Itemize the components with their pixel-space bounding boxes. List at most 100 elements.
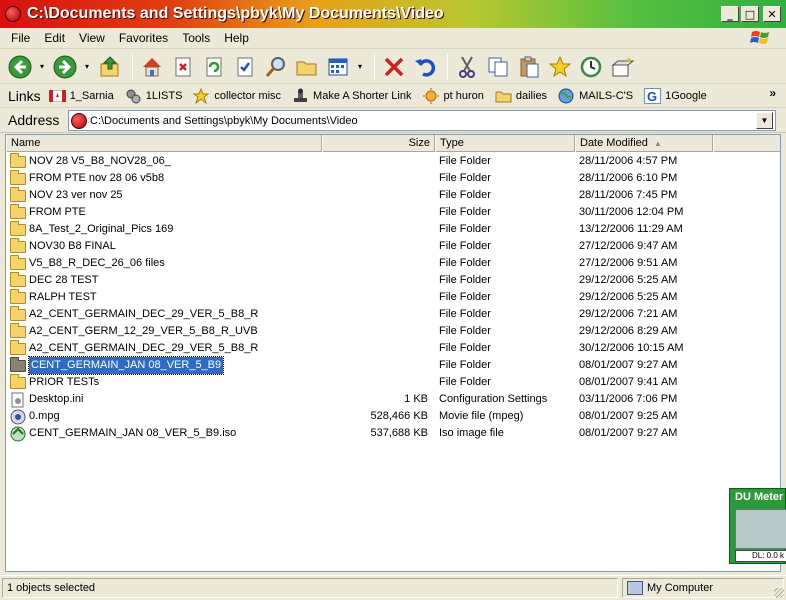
file-name-cell[interactable]: 0.mpg	[10, 408, 60, 425]
file-name-cell[interactable]: NOV 23 ver nov 25	[10, 186, 123, 204]
resize-grip[interactable]	[774, 588, 784, 598]
file-size: 537,688 KB	[370, 427, 429, 439]
file-row[interactable]: RALPH TEST File Folder 29/12/2006 5:25 AM	[6, 288, 780, 306]
folders-button[interactable]	[293, 53, 321, 81]
link-1google[interactable]: G 1Google	[644, 87, 707, 104]
file-name-cell[interactable]: 8A_Test_2_Original_Pics 169	[10, 220, 173, 238]
delete-button[interactable]	[380, 53, 408, 81]
menu-view[interactable]: View	[72, 28, 112, 48]
cut-button[interactable]	[453, 53, 481, 81]
file-list[interactable]: Name Size Type Date Modified ▲ NOV 28 V5…	[5, 134, 781, 572]
file-name-cell[interactable]: RALPH TEST	[10, 288, 97, 306]
file-name-cell[interactable]: PRIOR TESTs	[10, 373, 99, 391]
window-title: C:\Documents and Settings\pbyk\My Docume…	[27, 5, 444, 22]
file-name-cell[interactable]: A2_CENT_GERMAIN_DEC_29_VER_5_B8_R	[10, 305, 258, 323]
file-row[interactable]: FROM PTE nov 28 06 v5b8 File Folder 28/11/…	[6, 169, 780, 187]
link-collector-misc[interactable]: collector misc	[193, 87, 281, 104]
address-dropdown-button[interactable]: ▼	[756, 112, 773, 129]
column-header-name[interactable]: Name	[6, 135, 322, 152]
media-button[interactable]	[608, 53, 636, 81]
file-row[interactable]: 0.mpg 528,466 KB Movie file (mpeg) 08/01/20…	[6, 408, 780, 425]
link-pt-huron[interactable]: pt huron	[422, 87, 484, 104]
file-name-cell[interactable]: FROM PTE nov 28 06 v5b8	[10, 169, 164, 187]
address-input[interactable]: C:\Documents and Settings\pbyk\My Docume…	[68, 110, 776, 131]
menu-edit[interactable]: Edit	[37, 28, 72, 48]
home-button[interactable]	[138, 53, 166, 81]
file-row[interactable]: FROM PTE File Folder 30/11/2006 12:04 PM	[6, 203, 780, 221]
maximize-button[interactable]: □	[741, 6, 759, 22]
file-row[interactable]: CENT_GERMAIN_JAN 08_VER_5_B9 File Folder 0…	[6, 356, 780, 375]
file-row[interactable]: Desktop.ini 1 KB Configuration Settings 03/…	[6, 391, 780, 408]
file-name-cell[interactable]: CENT_GERMAIN_JAN 08_VER_5_B9.iso	[10, 425, 236, 442]
file-type: File Folder	[439, 291, 491, 303]
title-bar[interactable]: C:\Documents and Settings\pbyk\My Docume…	[0, 0, 786, 28]
address-value[interactable]: C:\Documents and Settings\pbyk\My Docume…	[90, 115, 358, 127]
file-date-modified: 13/12/2006 11:29 AM	[579, 223, 683, 235]
link-dailies[interactable]: dailies	[495, 88, 547, 104]
link-make-a-shorter-link[interactable]: Make A Shorter Link	[292, 88, 412, 104]
file-type: File Folder	[439, 223, 491, 235]
link-label: MAILS-C'S	[579, 89, 634, 102]
link-mails-cs[interactable]: MAILS-C'S	[558, 88, 633, 104]
file-row[interactable]: A2_CENT_GERMAIN_DEC_29_VER_5_B8_R File Fo…	[6, 305, 780, 323]
file-name-cell[interactable]: FROM PTE	[10, 203, 86, 221]
google-icon: G	[644, 87, 662, 104]
file-row[interactable]: V5_B8_R_DEC_26_06 files File Folder 27/12/…	[6, 254, 780, 272]
menu-help[interactable]: Help	[217, 28, 256, 48]
column-header-type[interactable]: Type	[435, 135, 575, 152]
file-name-cell[interactable]: A2_CENT_GERM_12_29_VER_5_B8_R_UVB	[10, 322, 258, 340]
file-date-modified: 28/11/2006 6:10 PM	[579, 172, 678, 184]
file-row[interactable]: NOV 23 ver nov 25 File Folder 28/11/2006 7…	[6, 186, 780, 204]
copy-button[interactable]	[484, 53, 512, 81]
column-header-date-modified[interactable]: Date Modified ▲	[575, 135, 713, 152]
views-button[interactable]	[324, 53, 352, 81]
status-bar: 1 objects selected My Computer	[0, 575, 786, 600]
file-row[interactable]: 8A_Test_2_Original_Pics 169 File Folder 13…	[6, 220, 780, 238]
back-button[interactable]	[6, 53, 34, 81]
history-button[interactable]	[577, 53, 605, 81]
stop-button[interactable]	[169, 53, 197, 81]
file-row[interactable]: DEC 28 TEST File Folder 29/12/2006 5:25 AM	[6, 271, 780, 289]
forward-history-dropdown[interactable]: ▾	[82, 62, 92, 71]
menu-file[interactable]: File	[4, 28, 37, 48]
file-size: 1 KB	[404, 393, 428, 405]
forward-button[interactable]	[51, 53, 79, 81]
file-row[interactable]: A2_CENT_GERM_12_29_VER_5_B8_R_UVB File Fo…	[6, 322, 780, 340]
back-history-dropdown[interactable]: ▾	[37, 62, 47, 71]
up-folder-button[interactable]	[96, 53, 124, 81]
links-more-chevron[interactable]: »	[769, 86, 776, 100]
file-name-cell[interactable]: CENT_GERMAIN_JAN 08_VER_5_B9	[10, 356, 225, 375]
link-1lists[interactable]: 1LISTS	[125, 88, 182, 104]
file-name-cell[interactable]: NOV30 B8 FINAL	[10, 237, 116, 255]
favorites-button[interactable]	[546, 53, 574, 81]
file-name-cell[interactable]: Desktop.ini	[10, 391, 83, 408]
refresh-button[interactable]	[200, 53, 228, 81]
file-row[interactable]: NOV30 B8 FINAL File Folder 27/12/2006 9:47…	[6, 237, 780, 255]
window-app-icon[interactable]	[5, 6, 21, 22]
du-meter-widget[interactable]: DU Meter DL: 0.0 k	[729, 488, 786, 564]
file-type: File Folder	[439, 155, 491, 167]
column-header-size[interactable]: Size	[322, 135, 435, 152]
search-button[interactable]	[262, 53, 290, 81]
gears-icon	[125, 88, 142, 104]
du-meter-readout: DL: 0.0 k	[735, 550, 786, 562]
file-name-cell[interactable]: NOV 28 V5_B8_NOV28_06_	[10, 152, 171, 170]
views-dropdown[interactable]: ▾	[355, 62, 365, 71]
minimize-button[interactable]: _	[721, 6, 739, 22]
file-name-cell[interactable]: V5_B8_R_DEC_26_06 files	[10, 254, 165, 272]
file-date-modified: 03/11/2006 7:06 PM	[579, 393, 678, 405]
link-1-sarnia[interactable]: 1_Sarnia	[48, 88, 114, 104]
menu-tools[interactable]: Tools	[175, 28, 217, 48]
menu-favorites[interactable]: Favorites	[112, 28, 175, 48]
file-row[interactable]: A2_CENT_GERMAIN_DEC_29_VER_5_B8_R File Fo…	[6, 339, 780, 357]
file-row[interactable]: CENT_GERMAIN_JAN 08_VER_5_B9.iso 537,688 …	[6, 425, 780, 442]
file-row[interactable]: NOV 28 V5_B8_NOV28_06_ File Folder 28/11/2…	[6, 152, 780, 170]
checklist-button[interactable]	[231, 53, 259, 81]
file-row[interactable]: PRIOR TESTs File Folder 08/01/2007 9:41 AM	[6, 373, 780, 391]
close-button[interactable]: ✕	[763, 6, 781, 22]
file-name-cell[interactable]: A2_CENT_GERMAIN_DEC_29_VER_5_B8_R	[10, 339, 258, 357]
undo-button[interactable]	[411, 53, 439, 81]
views-grid-icon	[328, 58, 348, 75]
paste-button[interactable]	[515, 53, 543, 81]
file-name-cell[interactable]: DEC 28 TEST	[10, 271, 99, 289]
